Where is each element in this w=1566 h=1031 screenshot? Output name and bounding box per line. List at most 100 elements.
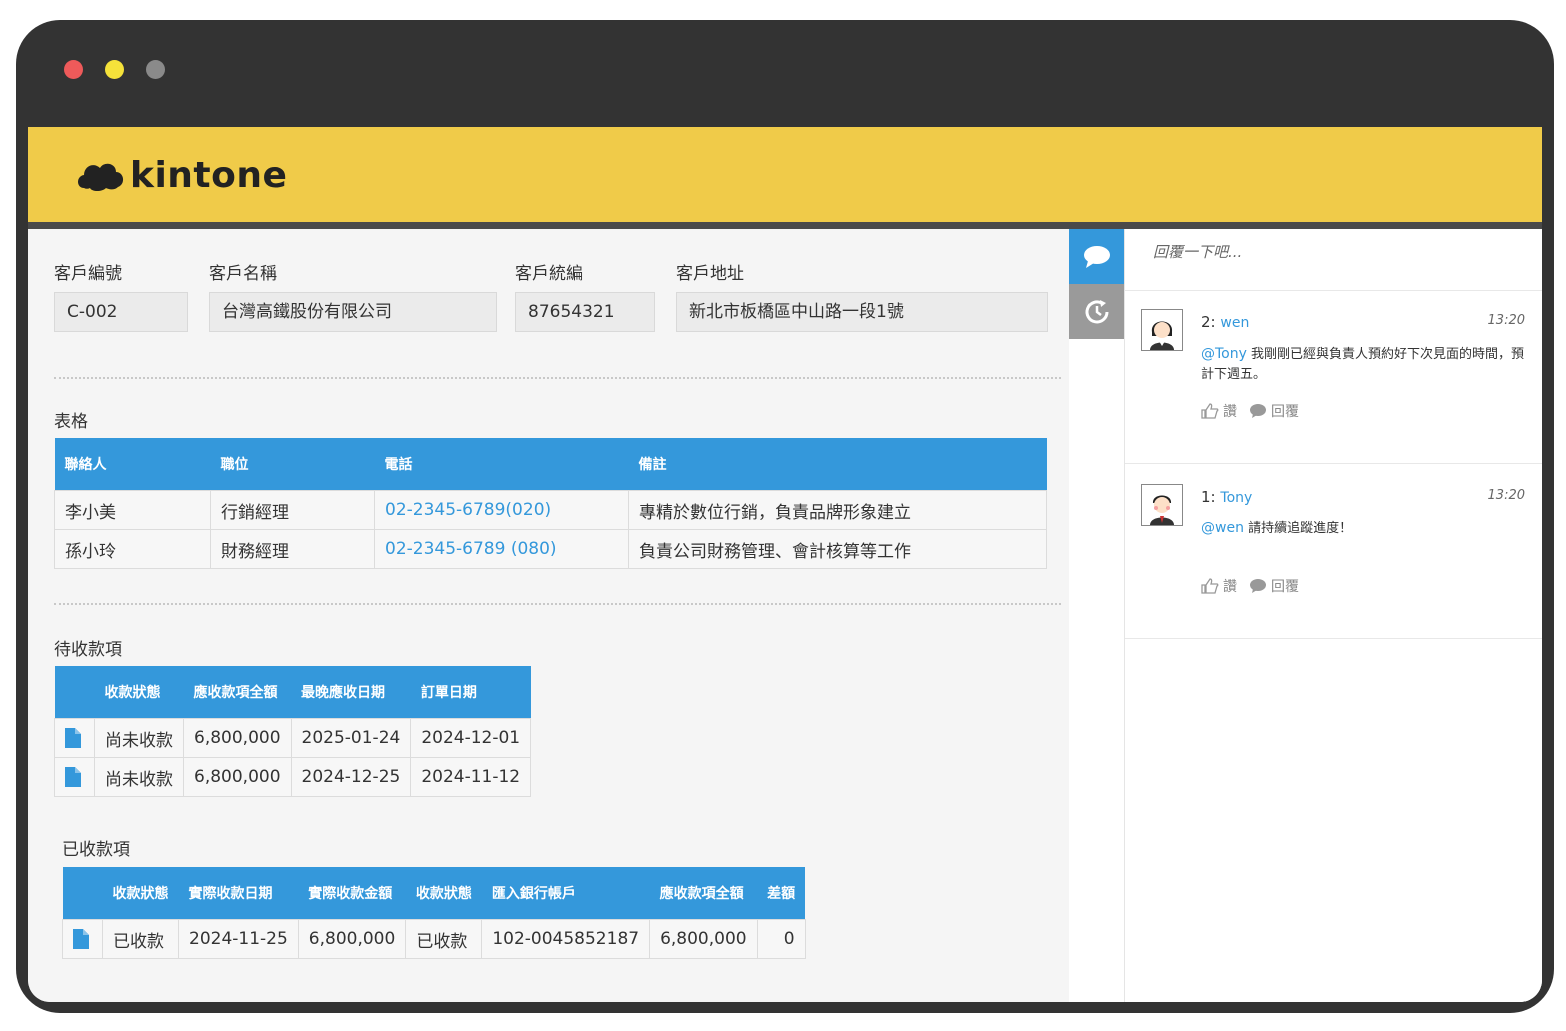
tab-history[interactable] (1069, 284, 1124, 339)
contacts-table-title: 表格 (54, 412, 88, 432)
table-cell: 6,800,000 (183, 718, 292, 758)
column-header (62, 867, 103, 920)
history-icon (1085, 299, 1108, 323)
table-cell: 李小美 (54, 490, 211, 530)
comment-number: 2: (1201, 313, 1216, 331)
comment-author-link[interactable]: wen (1220, 315, 1249, 331)
table-cell: 2024-11-12 (410, 757, 532, 797)
tax-id-field[interactable]: 87654321 (515, 292, 655, 332)
maximize-window-button[interactable] (146, 60, 165, 79)
record-link-cell[interactable] (54, 718, 95, 758)
phone-link[interactable]: 02-2345-6789(020) (374, 490, 629, 530)
like-label[interactable]: 讚 (1223, 576, 1237, 596)
comment-text: 我剛剛已經與負責人預約好下次見面的時間，預計下週五。 (1201, 347, 1525, 382)
column-header: 最晚應收日期 (291, 666, 411, 719)
man-avatar-icon (1150, 495, 1174, 525)
table-cell: 0 (756, 919, 806, 959)
window-frame: kintone 客戶編號 客戶名稱 客戶統編 客戶地址 C-002 台灣高鐵股份… (16, 20, 1554, 1013)
document-icon[interactable] (73, 929, 89, 949)
column-header: 收款狀態 (102, 867, 179, 920)
mention-link[interactable]: @wen (1201, 520, 1244, 536)
divider (54, 377, 1061, 379)
field-label-customer-id: 客戶編號 (54, 264, 122, 284)
comment-header: 2: wen (1201, 313, 1249, 331)
minimize-window-button[interactable] (105, 60, 124, 79)
table-cell: 行銷經理 (210, 490, 375, 530)
column-header: 職位 (210, 438, 375, 491)
record-link-cell[interactable] (54, 757, 95, 797)
customer-name-field[interactable]: 台灣高鐵股份有限公司 (209, 292, 497, 332)
table-cell: 6,800,000 (649, 919, 758, 959)
receivables-title: 待收款項 (54, 640, 122, 660)
comment-body: @wen 請持續追蹤進度！ (1201, 518, 1531, 539)
table-row: 孫小玲 財務經理 02-2345-6789 (080) 負責公司財務管理、會計核… (54, 529, 1047, 569)
field-label-address: 客戶地址 (676, 264, 744, 284)
comment-time: 13:20 (1487, 313, 1525, 328)
thumbs-up-icon[interactable] (1201, 578, 1219, 594)
record-detail: 客戶編號 客戶名稱 客戶統編 客戶地址 C-002 台灣高鐵股份有限公司 876… (28, 229, 1069, 1002)
app-screen: kintone 客戶編號 客戶名稱 客戶統編 客戶地址 C-002 台灣高鐵股份… (28, 127, 1542, 1002)
phone-link[interactable]: 02-2345-6789 (080) (374, 529, 629, 569)
address-field[interactable]: 新北市板橋區中山路一段1號 (676, 292, 1048, 332)
cloud-logo-icon (78, 163, 124, 191)
table-cell: 負責公司財務管理、會計核算等工作 (628, 529, 1047, 569)
table-header-row: 收款狀態 實際收款日期 實際收款金額 收款狀態 匯入銀行帳戶 應收款項全額 差額 (62, 867, 806, 920)
thumbs-up-icon[interactable] (1201, 403, 1219, 419)
reply-label[interactable]: 回覆 (1271, 576, 1299, 596)
reply-bubble-icon[interactable] (1249, 403, 1267, 419)
comment-bubble-icon (1083, 245, 1110, 268)
comment-sidebar: 回覆一下吧... 2: wen 13:20 @Tony 我剛剛已經與負責人預約好… (1069, 229, 1542, 1002)
table-cell: 6,800,000 (183, 757, 292, 797)
comment-post: 1: Tony 13:20 @wen 請持續追蹤進度！ 讚 回覆 (1125, 464, 1542, 639)
document-icon[interactable] (65, 728, 81, 748)
column-header: 備註 (628, 438, 1047, 491)
column-header (54, 666, 95, 719)
table-row: 尚未收款 6,800,000 2025-01-24 2024-12-01 (54, 718, 532, 758)
header-bar: kintone (28, 127, 1542, 229)
comment-actions: 讚 回覆 (1201, 401, 1299, 421)
customer-id-field[interactable]: C-002 (54, 292, 188, 332)
comment-author-link[interactable]: Tony (1220, 490, 1252, 506)
comment-time: 13:20 (1487, 488, 1525, 503)
like-label[interactable]: 讚 (1223, 401, 1237, 421)
column-header: 收款狀態 (405, 867, 482, 920)
table-cell: 2025-01-24 (290, 718, 412, 758)
mention-link[interactable]: @Tony (1201, 346, 1247, 362)
table-cell: 孫小玲 (54, 529, 211, 569)
table-cell: 專精於數位行銷，負責品牌形象建立 (628, 490, 1047, 530)
document-icon[interactable] (65, 767, 81, 787)
column-header: 應收款項全額 (649, 867, 758, 920)
kintone-logo[interactable]: kintone (74, 155, 287, 196)
table-cell: 102-0045852187 (481, 919, 651, 959)
table-row: 李小美 行銷經理 02-2345-6789(020) 專精於數位行銷，負責品牌形… (54, 490, 1047, 530)
column-header: 聯絡人 (54, 438, 211, 491)
column-header: 應收款項全額 (183, 666, 292, 719)
column-header: 實際收款金額 (298, 867, 406, 920)
close-window-button[interactable] (64, 60, 83, 79)
table-cell: 已收款 (102, 919, 179, 959)
table-row: 已收款 2024-11-25 6,800,000 已收款 102-0045852… (62, 919, 806, 959)
woman-avatar-icon (1150, 321, 1174, 350)
avatar[interactable] (1141, 309, 1183, 351)
receivables-table: 收款狀態 應收款項全額 最晚應收日期 訂單日期 尚未收款 6,800,000 2… (54, 666, 532, 797)
comment-post: 2: wen 13:20 @Tony 我剛剛已經與負責人預約好下次見面的時間，預… (1125, 291, 1542, 464)
received-title: 已收款項 (62, 840, 130, 860)
avatar[interactable] (1141, 484, 1183, 526)
field-label-customer-name: 客戶名稱 (209, 264, 277, 284)
record-link-cell[interactable] (62, 919, 103, 959)
reply-bubble-icon[interactable] (1249, 578, 1267, 594)
table-cell: 財務經理 (210, 529, 375, 569)
reply-input[interactable]: 回覆一下吧... (1125, 229, 1542, 291)
contacts-table: 聯絡人 職位 電話 備註 李小美 行銷經理 02-2345-6789(020) … (54, 438, 1047, 569)
tab-comments[interactable] (1069, 229, 1124, 284)
received-table: 收款狀態 實際收款日期 實際收款金額 收款狀態 匯入銀行帳戶 應收款項全額 差額… (62, 867, 806, 959)
table-cell: 2024-12-01 (410, 718, 532, 758)
column-header: 差額 (757, 867, 806, 920)
table-cell: 尚未收款 (94, 718, 184, 758)
reply-label[interactable]: 回覆 (1271, 401, 1299, 421)
divider (54, 603, 1061, 605)
table-header-row: 聯絡人 職位 電話 備註 (54, 438, 1047, 491)
column-header: 訂單日期 (410, 666, 531, 719)
comment-actions: 讚 回覆 (1201, 576, 1299, 596)
table-cell: 2024-12-25 (290, 757, 412, 797)
